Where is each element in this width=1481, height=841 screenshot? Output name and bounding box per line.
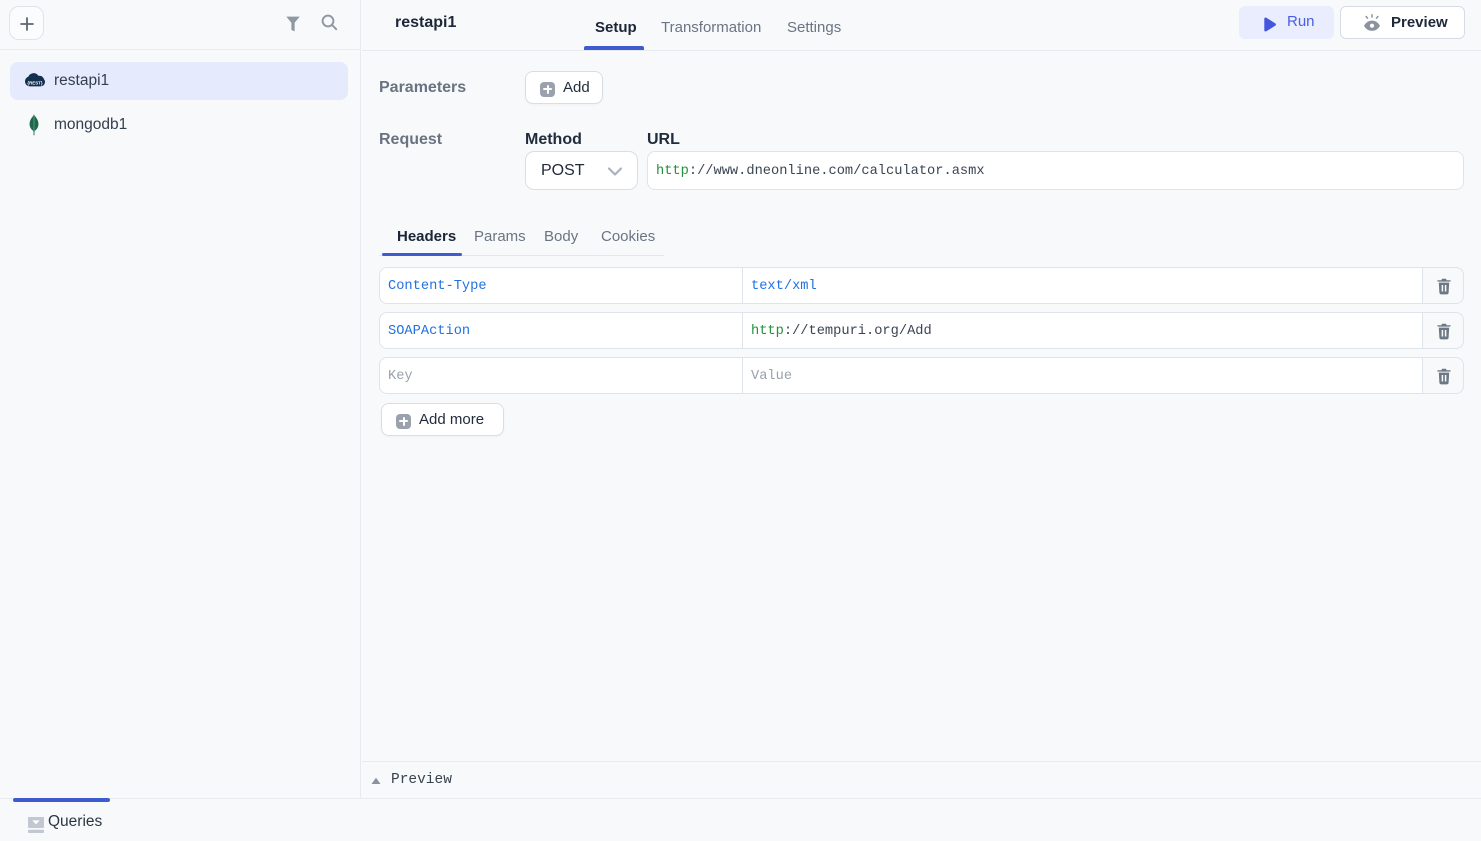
svg-text:{REST}: {REST} [27, 80, 42, 85]
